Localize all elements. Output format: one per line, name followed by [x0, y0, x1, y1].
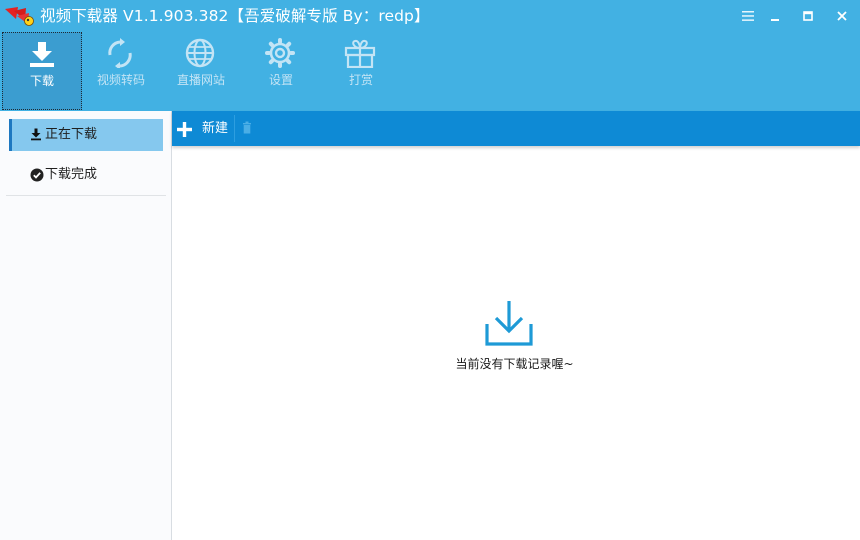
sidebar-item-downloading[interactable]: 正在下载	[9, 119, 163, 151]
sidebar-item-label: 下载完成	[45, 167, 98, 182]
sidebar: 正在下载 下载完成	[0, 111, 172, 540]
close-icon	[837, 11, 847, 21]
toolbar-download[interactable]: 下载	[2, 32, 82, 110]
gift-icon	[344, 39, 376, 68]
toolbar-convert[interactable]: 视频转码	[81, 32, 161, 110]
toolbar-donate[interactable]: 打赏	[321, 32, 401, 110]
toolbar-settings[interactable]: 设置	[241, 32, 321, 110]
sidebar-divider	[6, 195, 166, 196]
download-icon	[30, 42, 54, 67]
maximize-icon	[803, 11, 813, 21]
toolbar-live-sites[interactable]: 直播网站	[161, 32, 241, 110]
sidebar-item-completed[interactable]: 下载完成	[9, 159, 163, 191]
empty-state-message: 当前没有下载记录喔~	[455, 357, 574, 371]
trash-icon	[243, 121, 251, 134]
download-toolbar: 新建	[172, 111, 860, 146]
gear-icon	[265, 38, 295, 68]
toolbar-live-sites-label: 直播网站	[176, 73, 225, 87]
delete-button[interactable]	[238, 120, 254, 137]
window-title: 视频下载器 V1.1.903.382【吾爱破解专版 By：redp】	[40, 7, 430, 25]
toolbar-separator	[234, 115, 235, 142]
menu-icon	[742, 11, 754, 21]
main-toolbar: 下载 视频转码 直播网站 设置 打赏	[0, 32, 860, 111]
sidebar-item-label: 正在下载	[45, 127, 98, 142]
plus-icon	[177, 122, 192, 137]
minimize-button[interactable]	[762, 4, 788, 28]
new-download-button[interactable]: 新建	[172, 111, 234, 146]
minimize-icon	[771, 19, 779, 21]
close-button[interactable]	[829, 4, 855, 28]
toolbar-donate-label: 打赏	[348, 73, 373, 87]
app-logo-icon	[4, 5, 34, 27]
maximize-button[interactable]	[795, 4, 821, 28]
check-circle-icon	[30, 168, 44, 182]
globe-icon	[185, 38, 215, 68]
toolbar-settings-label: 设置	[268, 73, 293, 87]
empty-download-icon	[485, 301, 533, 346]
convert-icon	[108, 38, 132, 68]
toolbar-download-label: 下载	[29, 74, 54, 88]
download-small-icon	[31, 128, 41, 141]
menu-button[interactable]	[735, 4, 761, 28]
title-bar: 视频下载器 V1.1.903.382【吾爱破解专版 By：redp】	[0, 0, 860, 32]
toolbar-convert-label: 视频转码	[96, 73, 145, 87]
new-download-label: 新建	[202, 121, 229, 136]
main-panel: 新建 当前没有下载记录喔~	[172, 111, 860, 540]
